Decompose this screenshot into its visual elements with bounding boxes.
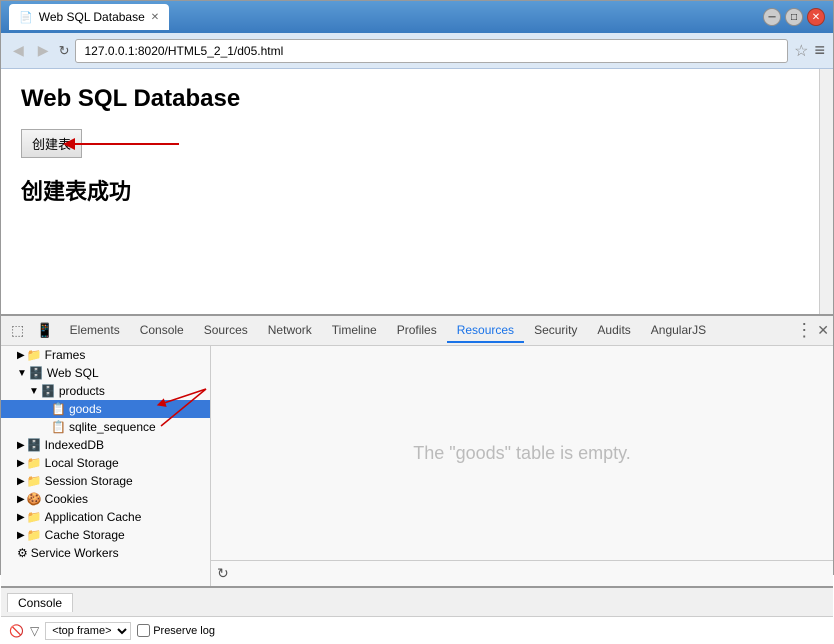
address-bar: ◀ ▶ ↻ ☆ ≡ bbox=[1, 33, 833, 69]
resources-main-panel: The "goods" table is empty. ↻ bbox=[211, 346, 833, 586]
sidebar-label-service-workers: Service Workers bbox=[31, 546, 119, 560]
refresh-data-button[interactable]: ↻ bbox=[217, 565, 229, 582]
cache-storage-folder-icon: 📁 bbox=[27, 528, 42, 542]
local-storage-folder-icon: 📁 bbox=[27, 456, 42, 470]
session-storage-expand-icon: ▶ bbox=[17, 476, 25, 487]
arrow-annotation bbox=[59, 129, 189, 159]
tab-elements[interactable]: Elements bbox=[60, 319, 130, 343]
devtools-tabbar: ⬚ 📱 Elements Console Sources Network Tim… bbox=[1, 316, 833, 346]
devtools-panel: ⬚ 📱 Elements Console Sources Network Tim… bbox=[1, 314, 833, 644]
sidebar-label-app-cache: Application Cache bbox=[45, 510, 142, 524]
preserve-log-checkbox[interactable] bbox=[137, 624, 150, 637]
products-expand-icon: ▼ bbox=[29, 386, 39, 397]
sidebar-item-local-storage[interactable]: ▶ 📁 Local Storage bbox=[1, 454, 210, 472]
products-folder-icon: 🗄️ bbox=[41, 384, 56, 398]
cache-storage-expand-icon: ▶ bbox=[17, 530, 25, 541]
sidebar-label-cache-storage: Cache Storage bbox=[45, 528, 125, 542]
tab-resources[interactable]: Resources bbox=[447, 319, 524, 343]
maximize-button[interactable]: □ bbox=[785, 8, 803, 26]
tab-close-button[interactable]: ✕ bbox=[151, 12, 159, 23]
sidebar-label-sqlite-sequence: sqlite_sequence bbox=[69, 420, 156, 434]
cookies-expand-icon: ▶ bbox=[17, 494, 25, 505]
sidebar-label-local-storage: Local Storage bbox=[45, 456, 119, 470]
app-cache-expand-icon: ▶ bbox=[17, 512, 25, 523]
preserve-log-label: Preserve log bbox=[137, 624, 215, 637]
devtools-body: ▶ 📁 Frames ▼ 🗄️ Web SQL ▼ 🗄️ bbox=[1, 346, 833, 586]
frames-expand-icon: ▶ bbox=[17, 350, 25, 361]
devtools-close-button[interactable]: ✕ bbox=[817, 322, 829, 339]
tab-profiles[interactable]: Profiles bbox=[387, 319, 447, 343]
console-tab[interactable]: Console bbox=[7, 593, 73, 612]
cookies-folder-icon: 🍪 bbox=[27, 492, 42, 506]
devtools-icon-inspect[interactable]: ⬚ bbox=[5, 318, 30, 343]
success-message: 创建表成功 bbox=[21, 174, 799, 206]
sidebar-item-frames[interactable]: ▶ 📁 Frames bbox=[1, 346, 210, 364]
service-workers-gear-icon: ⚙ bbox=[17, 546, 28, 560]
title-bar: 📄 Web SQL Database ✕ ─ □ ✕ bbox=[1, 1, 833, 33]
sidebar-label-session-storage: Session Storage bbox=[45, 474, 133, 488]
session-storage-folder-icon: 📁 bbox=[27, 474, 42, 488]
tab-network[interactable]: Network bbox=[258, 319, 322, 343]
arrow-annotation-sidebar bbox=[156, 384, 211, 444]
page-title: Web SQL Database bbox=[21, 85, 799, 113]
sidebar-label-goods: goods bbox=[69, 402, 102, 416]
devtools-more-icon[interactable]: ⋮ bbox=[791, 320, 817, 341]
resources-sidebar: ▶ 📁 Frames ▼ 🗄️ Web SQL ▼ 🗄️ bbox=[1, 346, 211, 586]
table-empty-message: The "goods" table is empty. bbox=[211, 346, 833, 560]
sidebar-item-cookies[interactable]: ▶ 🍪 Cookies bbox=[1, 490, 210, 508]
sidebar-item-app-cache[interactable]: ▶ 📁 Application Cache bbox=[1, 508, 210, 526]
refresh-button[interactable]: ↻ bbox=[59, 43, 70, 59]
console-filter-icon: ▽ bbox=[30, 624, 39, 638]
local-storage-expand-icon: ▶ bbox=[17, 458, 25, 469]
console-error-icon: 🚫 bbox=[9, 624, 24, 638]
sidebar-item-websql[interactable]: ▼ 🗄️ Web SQL bbox=[1, 364, 210, 382]
tab-security[interactable]: Security bbox=[524, 319, 587, 343]
sidebar-label-frames: Frames bbox=[45, 348, 86, 362]
tab-timeline[interactable]: Timeline bbox=[322, 319, 387, 343]
page-main-content: Web SQL Database 创建表 创建表成功 bbox=[1, 69, 819, 314]
devtools-icon-mobile[interactable]: 📱 bbox=[30, 318, 59, 343]
tab-angularjs[interactable]: AngularJS bbox=[641, 319, 716, 343]
forward-button[interactable]: ▶ bbox=[34, 40, 53, 61]
sidebar-label-indexeddb: IndexedDB bbox=[45, 438, 104, 452]
sidebar-item-cache-storage[interactable]: ▶ 📁 Cache Storage bbox=[1, 526, 210, 544]
page-scrollbar[interactable] bbox=[819, 69, 833, 314]
app-cache-folder-icon: 📁 bbox=[27, 510, 42, 524]
menu-icon[interactable]: ≡ bbox=[814, 40, 825, 61]
main-toolbar: ↻ bbox=[211, 560, 833, 586]
sidebar-item-session-storage[interactable]: ▶ 📁 Session Storage bbox=[1, 472, 210, 490]
tab-audits[interactable]: Audits bbox=[587, 319, 640, 343]
minimize-button[interactable]: ─ bbox=[763, 8, 781, 26]
tab-page-icon: 📄 bbox=[19, 11, 33, 24]
frames-folder-icon: 📁 bbox=[27, 348, 42, 362]
close-button[interactable]: ✕ bbox=[807, 8, 825, 26]
tab-console[interactable]: Console bbox=[130, 319, 194, 343]
websql-folder-icon: 🗄️ bbox=[29, 366, 44, 380]
console-frame-select[interactable]: <top frame> bbox=[45, 622, 131, 640]
indexeddb-folder-icon: 🗄️ bbox=[27, 438, 42, 452]
sidebar-label-cookies: Cookies bbox=[45, 492, 88, 506]
console-input-bar: 🚫 ▽ <top frame> Preserve log bbox=[1, 616, 833, 644]
bookmark-icon[interactable]: ☆ bbox=[794, 41, 808, 61]
console-section-bar: Console bbox=[1, 586, 833, 616]
sidebar-label-websql: Web SQL bbox=[47, 366, 99, 380]
window-controls: ─ □ ✕ bbox=[763, 8, 825, 26]
back-button[interactable]: ◀ bbox=[9, 40, 28, 61]
goods-table-icon: 📋 bbox=[51, 402, 66, 416]
indexeddb-expand-icon: ▶ bbox=[17, 440, 25, 451]
page-upper: Web SQL Database 创建表 创建表成功 bbox=[1, 69, 833, 314]
tab-sources[interactable]: Sources bbox=[194, 319, 258, 343]
sidebar-label-products: products bbox=[59, 384, 105, 398]
websql-expand-icon: ▼ bbox=[17, 368, 27, 379]
url-input[interactable] bbox=[75, 39, 788, 63]
sidebar-item-service-workers[interactable]: ⚙ Service Workers bbox=[1, 544, 210, 562]
sqlite-table-icon: 📋 bbox=[51, 420, 66, 434]
console-input[interactable] bbox=[221, 624, 825, 638]
tab-title: Web SQL Database bbox=[39, 10, 145, 24]
browser-tab[interactable]: 📄 Web SQL Database ✕ bbox=[9, 4, 169, 30]
